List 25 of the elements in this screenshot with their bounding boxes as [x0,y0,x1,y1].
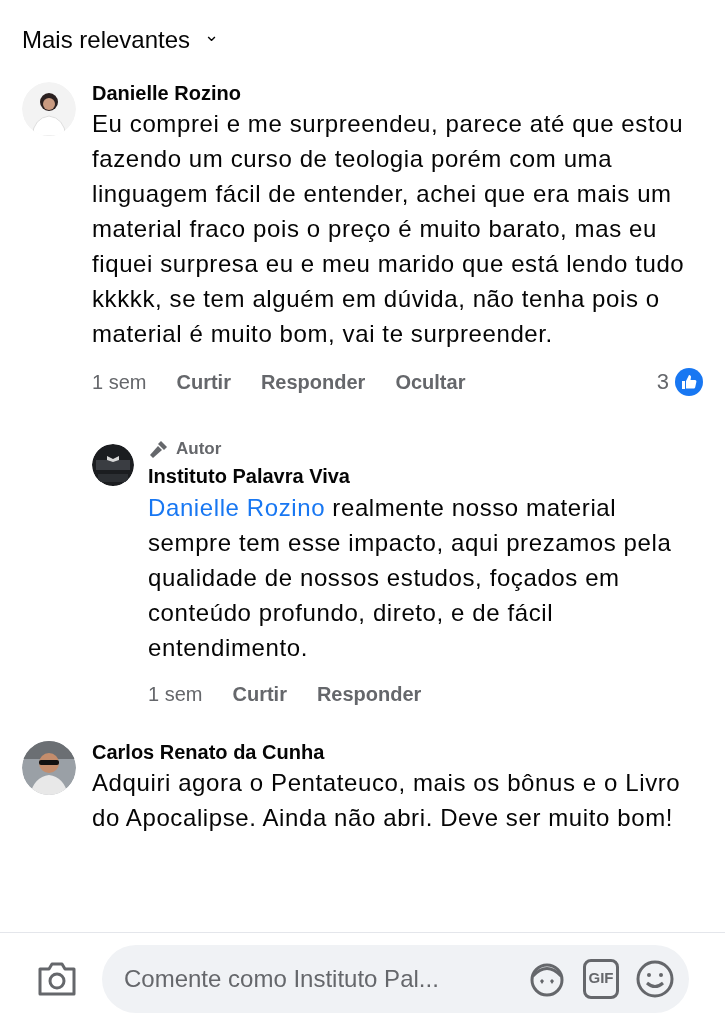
sort-label[interactable]: Mais relevantes [22,22,191,58]
action-link[interactable]: Curtir [232,678,287,709]
comment-time: 1 sem [92,369,147,395]
caret-icon[interactable]: ⌄ [204,26,220,44]
action-link[interactable]: Ocultar [395,366,466,397]
emoji-icon[interactable] [635,958,675,999]
action-link[interactable]: Responder [260,366,366,397]
action-link[interactable]: Responder [316,678,422,709]
comment-text: Eu comprei e me surpreendeu, parece até que estou fazendo um curso de teologia porém com uma linguagem fácil de entender, achei que era mais um material fraco pois o preço é muito barato, mas eu fiquei surpresa eu e meu marido que está lendo tudo kkkkk, se tem alguém em dúvida, não tenha pois o material é muito bom, vai te surpreender. [92,109,686,349]
author-name[interactable]: Instituto Palavra Viva [148,461,703,490]
thumbs-up-icon [675,367,703,396]
gif-button[interactable]: GIF [583,958,619,999]
author-name[interactable]: Carlos Renato da Cunha [92,738,703,765]
like-count: 3 [656,368,669,396]
comment-field[interactable]: Comente como Instituto Pal... GIF [102,944,689,1013]
reply-text: Danielle Rozino realmente nosso material sempre tem esse impacto, aqui prezamos pela qualidade de nossos estudos, foçados em conteúdo profundo, direto, e de fácil entendimento. [148,492,673,663]
avatar [22,740,76,795]
action-link[interactable]: Curtir [176,366,231,397]
mention-link[interactable]: Danielle Rozino [148,493,326,521]
comment-time: 1 sem [148,681,203,707]
author-label: Autor [176,438,222,460]
comment-text: Adquiri agora o Pentateuco, mais os bônus e o Livro do Apocalipse. Ainda não abri. Deve ser muito bom! [92,767,682,833]
avatar [22,82,76,136]
author-name[interactable]: Danielle Rozino [92,80,703,106]
camera-icon[interactable] [36,960,78,997]
